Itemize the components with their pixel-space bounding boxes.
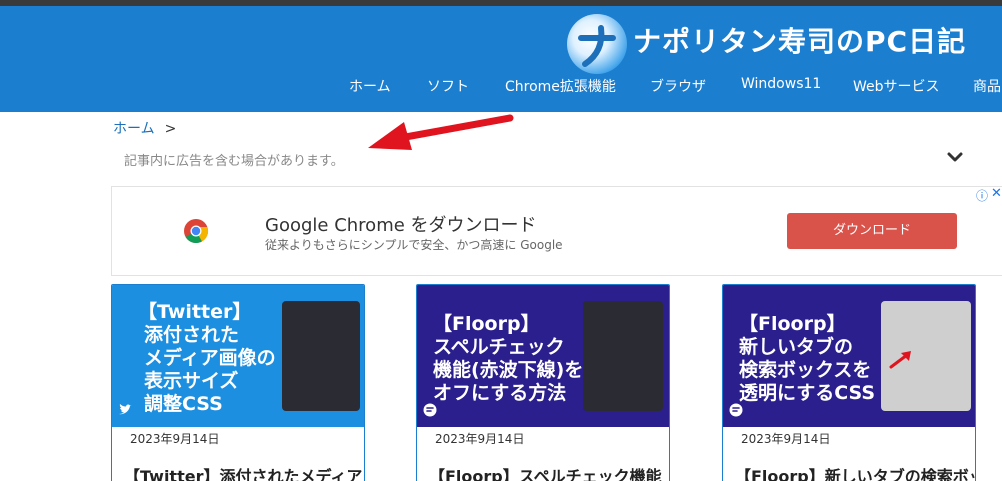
site-title[interactable]: ナポリタン寿司のPC日記 xyxy=(633,20,966,60)
article-date: 2023年9月14日 xyxy=(741,432,831,446)
ad-disclosure-text: 記事内に広告を含む場合があります。 xyxy=(124,154,344,169)
article-title[interactable]: 【Floorp】新しいタブの検索ボッ xyxy=(735,463,975,481)
article-card[interactable]: 【Floorp】 スペルチェック 機能(赤波下線)を オフにする方法 2023年… xyxy=(416,284,670,481)
nav-item-browser[interactable]: ブラウザ xyxy=(650,76,706,96)
breadcrumb-separator: > xyxy=(164,121,177,137)
article-thumbnail[interactable]: 【Floorp】 スペルチェック 機能(赤波下線)を オフにする方法 xyxy=(417,285,669,427)
chevron-down-icon[interactable] xyxy=(946,148,964,166)
red-arrow-icon xyxy=(889,351,911,369)
thumbnail-text: 【Floorp】 新しいタブの 検索ボックスを 透明にするCSS xyxy=(739,313,876,404)
thumbnail-screenshot xyxy=(881,301,971,411)
nav-item-products[interactable]: 商品 xyxy=(973,76,1001,96)
nav-item-web-services[interactable]: Webサービス xyxy=(853,76,940,96)
ad-download-button[interactable]: ダウンロード xyxy=(787,213,957,249)
nav-item-windows11[interactable]: Windows11 xyxy=(741,76,821,92)
article-thumbnail[interactable]: 【Twitter】 添付された メディア画像の 表示サイズ 調整CSS xyxy=(112,285,364,427)
nav-item-home[interactable]: ホーム xyxy=(349,76,391,96)
nav-item-chrome-extensions[interactable]: Chrome拡張機能 xyxy=(505,76,616,96)
ad-title[interactable]: Google Chrome をダウンロード xyxy=(265,211,537,237)
red-arrow-annotation-icon xyxy=(368,114,514,150)
breadcrumb-home-link[interactable]: ホーム xyxy=(113,121,155,137)
ad-subtitle: 従来よりもさらにシンプルで安全、かつ高速に Google xyxy=(265,238,563,252)
ad-info-icon[interactable]: ⓘ xyxy=(976,187,988,204)
article-date: 2023年9月14日 xyxy=(130,432,220,446)
thumbnail-text: 【Twitter】 添付された メディア画像の 表示サイズ 調整CSS xyxy=(138,301,276,415)
article-date: 2023年9月14日 xyxy=(435,432,525,446)
chrome-logo-icon xyxy=(184,219,209,244)
main-nav: ホーム ソフト Chrome拡張機能 ブラウザ Windows11 Webサービ… xyxy=(0,76,1002,106)
nav-item-software[interactable]: ソフト xyxy=(427,76,469,96)
breadcrumb: ホーム > xyxy=(113,118,176,138)
thumbnail-text: 【Floorp】 スペルチェック 機能(赤波下線)を オフにする方法 xyxy=(433,313,584,404)
floorp-logo-icon xyxy=(423,403,437,417)
site-logo-icon[interactable] xyxy=(567,14,627,74)
thumbnail-screenshot xyxy=(282,301,360,411)
article-card[interactable]: 【Floorp】 新しいタブの 検索ボックスを 透明にするCSS 2023年9月… xyxy=(722,284,976,481)
twitter-bird-icon xyxy=(119,404,132,415)
article-title[interactable]: 【Floorp】スペルチェック機能 xyxy=(429,463,662,481)
thumbnail-screenshot xyxy=(583,301,663,411)
article-thumbnail[interactable]: 【Floorp】 新しいタブの 検索ボックスを 透明にするCSS xyxy=(723,285,975,427)
floorp-logo-icon xyxy=(729,403,743,417)
article-card[interactable]: 【Twitter】 添付された メディア画像の 表示サイズ 調整CSS 2023… xyxy=(111,284,365,481)
article-title[interactable]: 【Twitter】添付されたメディア xyxy=(124,463,362,481)
ad-close-icon[interactable]: ✕ xyxy=(991,186,1002,201)
